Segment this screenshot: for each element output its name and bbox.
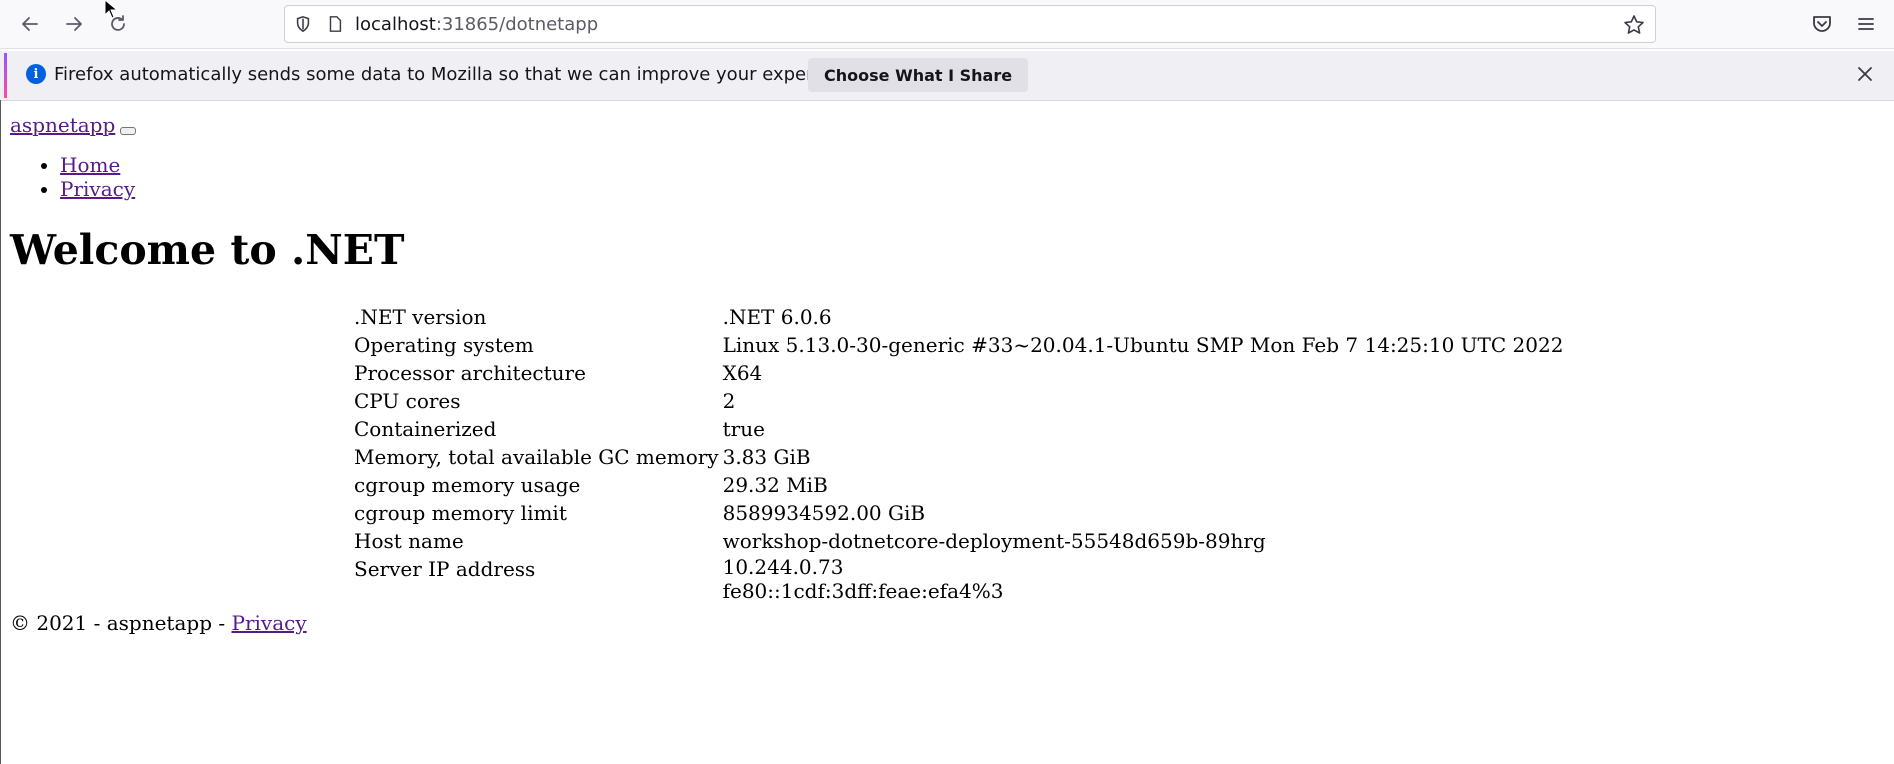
- footer: © 2021 - aspnetapp - Privacy: [10, 611, 307, 635]
- pocket-icon[interactable]: [1810, 12, 1834, 36]
- row-key: CPU cores: [354, 389, 461, 413]
- table-row: Containerized true: [352, 415, 1565, 443]
- row-value: workshop-dotnetcore-deployment-55548d659…: [722, 529, 1266, 553]
- table-row: Operating system Linux 5.13.0-30-generic …: [352, 331, 1565, 359]
- table-row: Memory, total available GC memory 3.83 Gi…: [352, 443, 1565, 471]
- browser-toolbar: localhost:31865/dotnetapp: [0, 0, 1894, 49]
- notification-bar: i Firefox automatically sends some data …: [0, 51, 1894, 101]
- table-row: Server IP address 10.244.0.73 fe80::1cdf…: [352, 555, 1565, 603]
- back-arrow-icon: [22, 17, 38, 31]
- url-text[interactable]: localhost:31865/dotnetapp: [355, 14, 598, 35]
- environment-info-table: .NET version .NET 6.0.6 Operating system L…: [352, 303, 1565, 603]
- row-key: Memory, total available GC memory: [354, 445, 719, 469]
- address-bar[interactable]: localhost:31865/dotnetapp: [284, 5, 1656, 43]
- nav-link-home[interactable]: Home: [60, 153, 120, 177]
- url-host: localhost: [355, 13, 436, 35]
- nav-item-home: Home: [60, 153, 135, 177]
- row-value: 2: [722, 389, 736, 413]
- table-row: Host name workshop-dotnetcore-deployment-…: [352, 527, 1565, 555]
- row-value: 8589934592.00 GiB: [722, 501, 926, 525]
- url-path: :31865/dotnetapp: [435, 13, 599, 35]
- table-row: Processor architecture X64: [352, 359, 1565, 387]
- row-key: .NET version: [354, 305, 487, 329]
- footer-privacy-link[interactable]: Privacy: [231, 611, 306, 635]
- row-key: Server IP address: [354, 557, 536, 581]
- row-value: 29.32 MiB: [722, 473, 828, 497]
- star-icon[interactable]: [1623, 14, 1645, 36]
- mouse-cursor-icon: [104, 0, 119, 19]
- page-info-icon[interactable]: [325, 14, 345, 34]
- row-value: Linux 5.13.0-30-generic #33~20.04.1-Ubun…: [722, 333, 1564, 357]
- row-key: Operating system: [354, 333, 534, 357]
- brand-link[interactable]: aspnetapp: [10, 113, 115, 137]
- row-value: 10.244.0.73 fe80::1cdf:3dff:feae:efa4%3: [721, 555, 1566, 603]
- row-value: .NET 6.0.6: [722, 305, 832, 329]
- choose-what-i-share-button[interactable]: Choose What I Share: [808, 58, 1029, 92]
- nav-list: Home Privacy: [0, 153, 135, 201]
- ipv6-address: fe80::1cdf:3dff:feae:efa4%3: [722, 579, 1004, 603]
- row-key: Containerized: [354, 417, 497, 441]
- row-key: Processor architecture: [354, 361, 586, 385]
- row-key: cgroup memory limit: [354, 501, 567, 525]
- ipv4-address: 10.244.0.73: [722, 555, 844, 579]
- row-value: 3.83 GiB: [722, 445, 811, 469]
- hamburger-menu-icon[interactable]: [1854, 12, 1878, 36]
- row-key: Host name: [354, 529, 464, 553]
- forward-button[interactable]: [58, 8, 90, 40]
- table-row: cgroup memory usage 29.32 MiB: [352, 471, 1565, 499]
- row-key: cgroup memory usage: [354, 473, 581, 497]
- close-icon[interactable]: [1854, 63, 1876, 85]
- table-row: CPU cores 2: [352, 387, 1565, 415]
- tracking-shield-icon[interactable]: [293, 14, 313, 34]
- page-content: aspnetapp Home Privacy Welcome to .NET .…: [0, 103, 1894, 764]
- navbar-toggler-button[interactable]: [120, 127, 136, 135]
- page-title: Welcome to .NET: [10, 226, 405, 274]
- back-button[interactable]: [14, 8, 46, 40]
- notification-accent: [4, 53, 7, 98]
- table-row: .NET version .NET 6.0.6: [352, 303, 1565, 331]
- nav-link-privacy[interactable]: Privacy: [60, 177, 135, 201]
- row-value: true: [722, 417, 765, 441]
- table-row: cgroup memory limit 8589934592.00 GiB: [352, 499, 1565, 527]
- notification-message: Firefox automatically sends some data to…: [54, 64, 868, 85]
- row-value: X64: [722, 361, 763, 385]
- nav-item-privacy: Privacy: [60, 177, 135, 201]
- info-icon: i: [26, 64, 46, 84]
- forward-arrow-icon: [66, 17, 82, 31]
- footer-text: © 2021 - aspnetapp -: [10, 611, 232, 635]
